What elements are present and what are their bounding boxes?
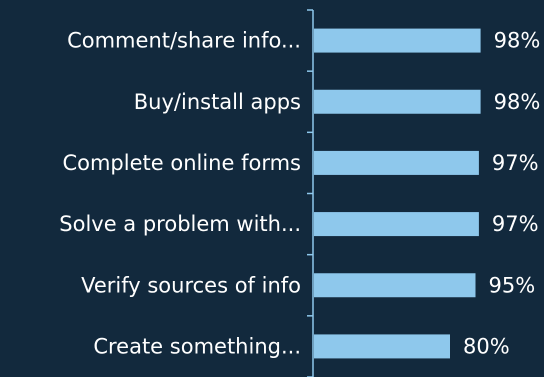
bar (314, 212, 479, 237)
value-label: 95% (489, 273, 536, 297)
bar-chart: Comment/share info... 98% Buy/install apps… (59, 9, 540, 377)
value-label: 98% (494, 90, 541, 114)
category-label: Buy/install apps (134, 90, 301, 114)
value-label: 98% (494, 29, 541, 53)
category-label: Solve a problem with... (59, 212, 301, 236)
bar (314, 28, 481, 53)
value-label: 80% (463, 334, 510, 358)
value-label: 97% (492, 212, 539, 236)
value-label: 97% (492, 151, 539, 175)
category-label: Complete online forms (62, 151, 301, 175)
category-label: Create something... (93, 334, 301, 358)
category-label: Comment/share info... (67, 29, 301, 53)
bar (314, 334, 450, 359)
label-layer: Comment/share info... 98% Buy/install apps… (59, 29, 540, 359)
bar (314, 150, 479, 175)
bar-layer (314, 28, 481, 359)
bar (314, 89, 481, 114)
bar (314, 273, 476, 298)
category-label: Verify sources of info (81, 273, 301, 297)
axis-layer (307, 9, 314, 377)
